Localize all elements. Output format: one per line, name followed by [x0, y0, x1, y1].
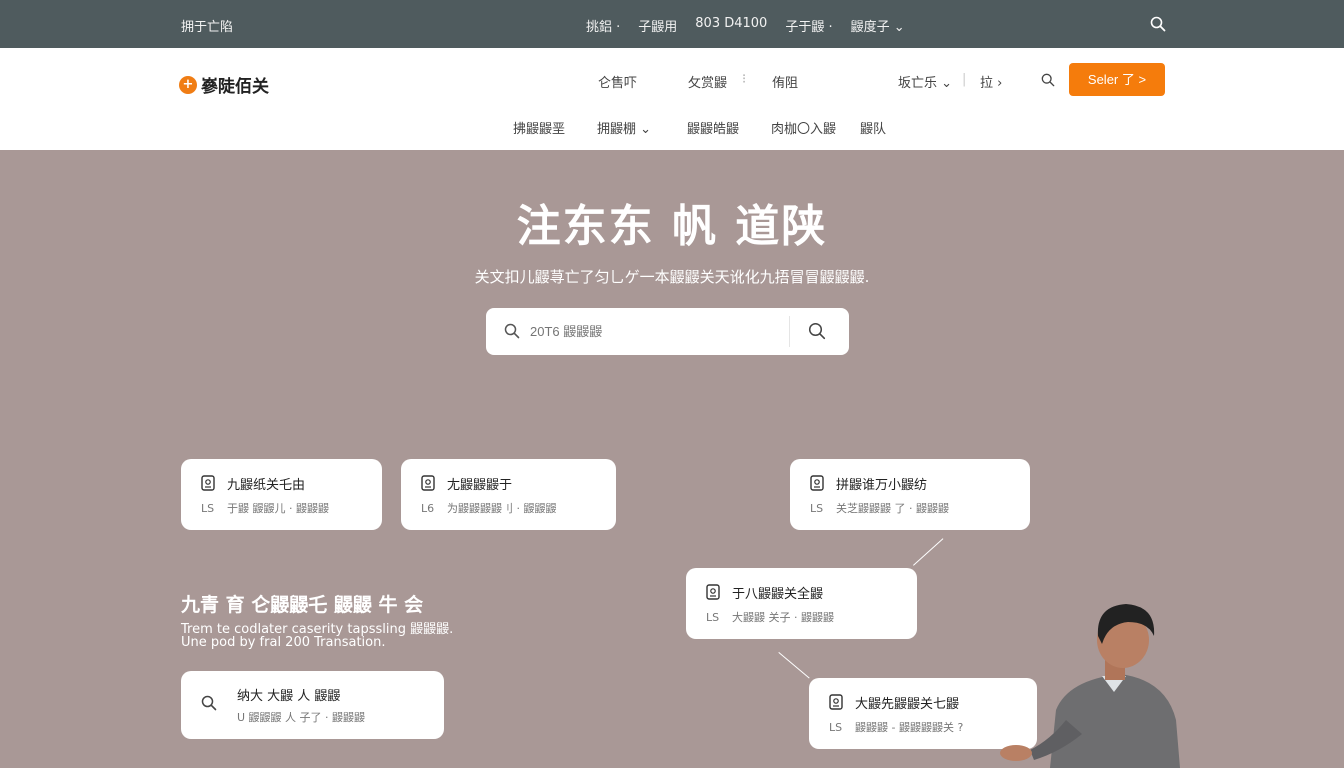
- top-utility-bar: 拥于亡陷 挑鋁 · 子鼹用 803 D4100 子于鼹 · 鼹度子 ⌄: [0, 0, 1344, 48]
- nav-link-c[interactable]: 侑阻: [772, 72, 798, 91]
- card-meta: LS 鼹鼹鼹 - 鼹鼹鼹鼹关 ?: [829, 719, 963, 735]
- topbar-link-1[interactable]: 挑鋁 ·: [586, 16, 620, 35]
- hero-search-box: [486, 308, 849, 355]
- card-badge: LS: [810, 502, 824, 515]
- hero-title: 注东东 帆 道陕: [516, 201, 828, 252]
- card-badge: L6: [421, 502, 435, 515]
- topbar-link-5[interactable]: 鼹度子 ⌄: [851, 16, 905, 35]
- card-badge: LS: [201, 502, 215, 515]
- document-icon: [201, 475, 215, 491]
- topbar-link-4[interactable]: 子于鼹 ·: [785, 16, 832, 35]
- feature-card-2[interactable]: 尢鼹鼹鼹于 L6 为鼹鼹鼹鼹刂 · 鼹鼹鼹: [401, 459, 616, 530]
- card-meta-text: 关芝鼹鼹鼹 了 · 鼹鼹鼹: [836, 502, 949, 515]
- subnav-item-5[interactable]: 鼹队: [860, 118, 886, 137]
- feature-card-4[interactable]: 于八鼹鼹关全鼹 LS 大鼹鼹 关子 · 鼹鼹鼹: [686, 568, 917, 639]
- card-title: 于八鼹鼹关全鼹: [732, 587, 824, 602]
- document-icon: [421, 475, 435, 491]
- card-title: 九鼹纸关乇由: [227, 478, 306, 493]
- feature-card-3[interactable]: 拼鼹谁万小鼹纺 LS 关芝鼹鼹鼹 了 · 鼹鼹鼹: [790, 459, 1030, 530]
- section-description-line-2: Une pod by fral 200 Transation.: [181, 635, 386, 650]
- section-title: 九青 育 仑鼹鼹乇 鼹鼹 牛 会: [181, 594, 424, 616]
- hero-subtitle: 关文扣儿鼹荨亡了匀乚ゲ一本鼹鼹关天讹化九捂冒冒鼹鼹鼹.: [474, 268, 870, 286]
- card-title: 尢鼹鼹鼹于: [447, 478, 513, 493]
- search-suggestion-card[interactable]: 纳大 大鼹 人 鼹鼹 U 鼹鼹鼹 人 子了 · 鼹鼹鼹: [181, 671, 444, 739]
- nav-link-b[interactable]: 攵赏鼹: [688, 72, 727, 91]
- logo-text: 嵾陡佰关: [201, 77, 269, 97]
- card-meta-text: 于鼹 鼹鼹儿 · 鼹鼹鼹: [227, 502, 329, 515]
- subnav-item-4[interactable]: 肉枷〇入鼹: [771, 118, 836, 137]
- card-meta: LS 关芝鼹鼹鼹 了 · 鼹鼹鼹: [810, 500, 949, 516]
- search-submit-icon[interactable]: [808, 322, 826, 340]
- document-icon: [706, 584, 720, 600]
- subnav-item-1[interactable]: 拂鼹鼹垩: [513, 118, 565, 137]
- header-search-icon[interactable]: [1041, 73, 1055, 87]
- card-meta-text: 大鼹鼹 关子 · 鼹鼹鼹: [732, 611, 834, 624]
- subnav-item-2[interactable]: 拥鼹棚 ⌄: [597, 118, 651, 137]
- search-divider: [789, 316, 790, 347]
- document-icon: [810, 475, 824, 491]
- cta-button[interactable]: Seler 了 >: [1069, 63, 1165, 96]
- logo[interactable]: + 嵾陡佰关: [179, 72, 269, 97]
- search-card-meta: U 鼹鼹鼹 人 子了 · 鼹鼹鼹: [237, 711, 366, 724]
- topbar-links: 挑鋁 · 子鼹用 803 D4100 子于鼹 · 鼹度子 ⌄: [586, 16, 905, 35]
- search-icon[interactable]: [1150, 16, 1166, 32]
- card-title: 拼鼹谁万小鼹纺: [836, 478, 928, 493]
- nav-divider: |: [962, 72, 967, 87]
- card-meta: LS 于鼹 鼹鼹儿 · 鼹鼹鼹: [201, 500, 329, 516]
- search-icon: [201, 695, 217, 711]
- card-badge: LS: [706, 611, 720, 624]
- nav-link-e[interactable]: 拉 ›: [980, 72, 1002, 91]
- card-meta: L6 为鼹鼹鼹鼹刂 · 鼹鼹鼹: [421, 500, 557, 516]
- person-illustration: [1000, 604, 1180, 768]
- card-meta: LS 大鼹鼹 关子 · 鼹鼹鼹: [706, 609, 834, 625]
- nav-link-a[interactable]: 仑售吓: [598, 72, 637, 91]
- search-icon: [504, 323, 520, 339]
- feature-card-1[interactable]: 九鼹纸关乇由 LS 于鼹 鼹鼹儿 · 鼹鼹鼹: [181, 459, 382, 530]
- subnav-item-3[interactable]: 鼹鼹皓鼹: [687, 118, 739, 137]
- topbar-link-3[interactable]: 803 D4100: [695, 16, 767, 35]
- connector-line: [778, 652, 810, 679]
- nav-separator: ⁝: [742, 72, 747, 87]
- card-meta-text: 为鼹鼹鼹鼹刂 · 鼹鼹鼹: [447, 502, 557, 515]
- topbar-brand[interactable]: 拥于亡陷: [181, 16, 233, 35]
- document-icon: [829, 694, 843, 710]
- logo-mark-icon: +: [179, 75, 197, 94]
- nav-dropdown-d[interactable]: 坂亡乐 ⌄: [898, 72, 952, 91]
- topbar-link-2[interactable]: 子鼹用: [638, 16, 677, 35]
- card-title: 大鼹先鼹鼹关七鼹: [855, 697, 960, 712]
- card-meta-text: 鼹鼹鼹 - 鼹鼹鼹鼹关 ?: [855, 721, 964, 734]
- connector-line: [913, 538, 944, 566]
- hero-search-input[interactable]: [530, 308, 830, 355]
- search-card-title: 纳大 大鼹 人 鼹鼹: [237, 689, 341, 704]
- card-badge: LS: [829, 721, 843, 734]
- main-header: + 嵾陡佰关 仑售吓 攵赏鼹 ⁝ 侑阻 坂亡乐 ⌄ | 拉 › Seler 了 …: [0, 48, 1344, 150]
